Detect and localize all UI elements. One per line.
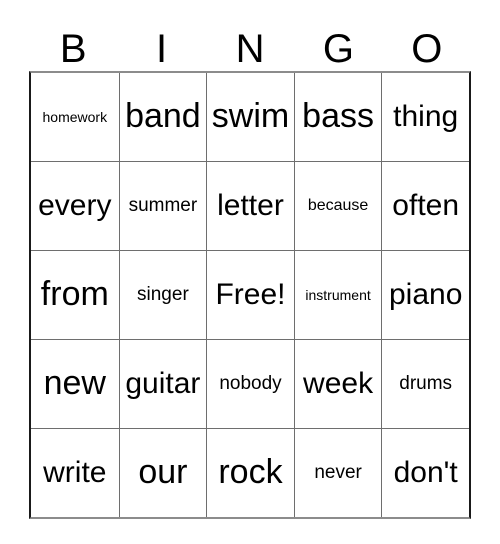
bingo-cell-label: drums [399,373,453,395]
bingo-cell-label: don't [393,456,458,490]
bingo-cell-label: swim [211,97,290,136]
bingo-cell-label: because [307,196,369,214]
bingo-cell-label: singer [137,284,189,306]
bingo-cell[interactable]: guitar [118,340,207,428]
bingo-cell-label: write [43,456,107,490]
bingo-cell[interactable]: homework [31,73,119,161]
bingo-header-letter-g: G [322,27,354,71]
bingo-cell-label: never [314,462,362,484]
bingo-header-letter-b: B [59,27,87,71]
bingo-cell[interactable]: summer [118,162,207,250]
bingo-cell-label: new [43,364,106,403]
bingo-cell[interactable]: band [118,73,207,161]
bingo-cell-label: summer [128,195,198,217]
bingo-cell[interactable]: write [31,429,119,517]
bingo-grid: homework band swim bass thing every summ… [29,71,471,519]
bingo-cell[interactable]: thing [381,73,469,161]
bingo-cell-label: Free! [215,278,286,312]
bingo-row: homework band swim bass thing [31,73,469,161]
bingo-cell[interactable]: letter [206,162,294,250]
bingo-cell-free[interactable]: Free! [206,251,294,339]
bingo-cell-label: every [38,189,112,223]
bingo-cell-label: homework [42,108,108,125]
bingo-header-letter-i: I [156,27,168,71]
bingo-cell[interactable]: instrument [293,251,382,339]
bingo-cell[interactable]: every [31,162,119,250]
bingo-card: B I N G O homework band swim bass thing … [29,14,471,519]
bingo-cell[interactable]: don't [381,429,469,517]
bingo-cell-label: often [392,189,460,223]
bingo-row: from singer Free! instrument piano [31,250,469,339]
bingo-cell[interactable]: bass [293,73,382,161]
bingo-header-letter-n: N [235,27,265,71]
bingo-cell[interactable]: rock [206,429,294,517]
bingo-cell[interactable]: swim [206,73,294,161]
bingo-cell[interactable]: week [293,340,382,428]
bingo-cell[interactable]: singer [118,251,207,339]
bingo-cell-label: letter [217,189,284,223]
bingo-cell-label: from [40,275,109,314]
bingo-cell-label: week [303,367,374,401]
bingo-cell-label: band [125,97,201,136]
bingo-cell[interactable]: often [381,162,469,250]
bingo-cell-label: rock [218,453,283,492]
bingo-row: new guitar nobody week drums [31,339,469,428]
bingo-cell-label: thing [393,100,459,134]
bingo-cell[interactable]: from [31,251,119,339]
bingo-row: every summer letter because often [31,161,469,250]
bingo-header-letter-o: O [411,27,443,71]
bingo-cell[interactable]: piano [381,251,469,339]
bingo-cell[interactable]: never [293,429,382,517]
bingo-cell[interactable]: nobody [206,340,294,428]
bingo-cell-label: nobody [219,373,282,395]
bingo-cell[interactable]: our [118,429,207,517]
bingo-cell-label: piano [388,278,463,312]
bingo-header-row: B I N G O [29,14,471,71]
bingo-cell[interactable]: drums [381,340,469,428]
bingo-row: write our rock never don't [31,428,469,517]
bingo-cell-label: guitar [125,367,201,401]
bingo-cell-label: our [138,453,188,492]
bingo-cell-label: instrument [305,286,371,303]
bingo-cell[interactable]: because [293,162,382,250]
bingo-cell[interactable]: new [31,340,119,428]
bingo-cell-label: bass [302,97,374,136]
